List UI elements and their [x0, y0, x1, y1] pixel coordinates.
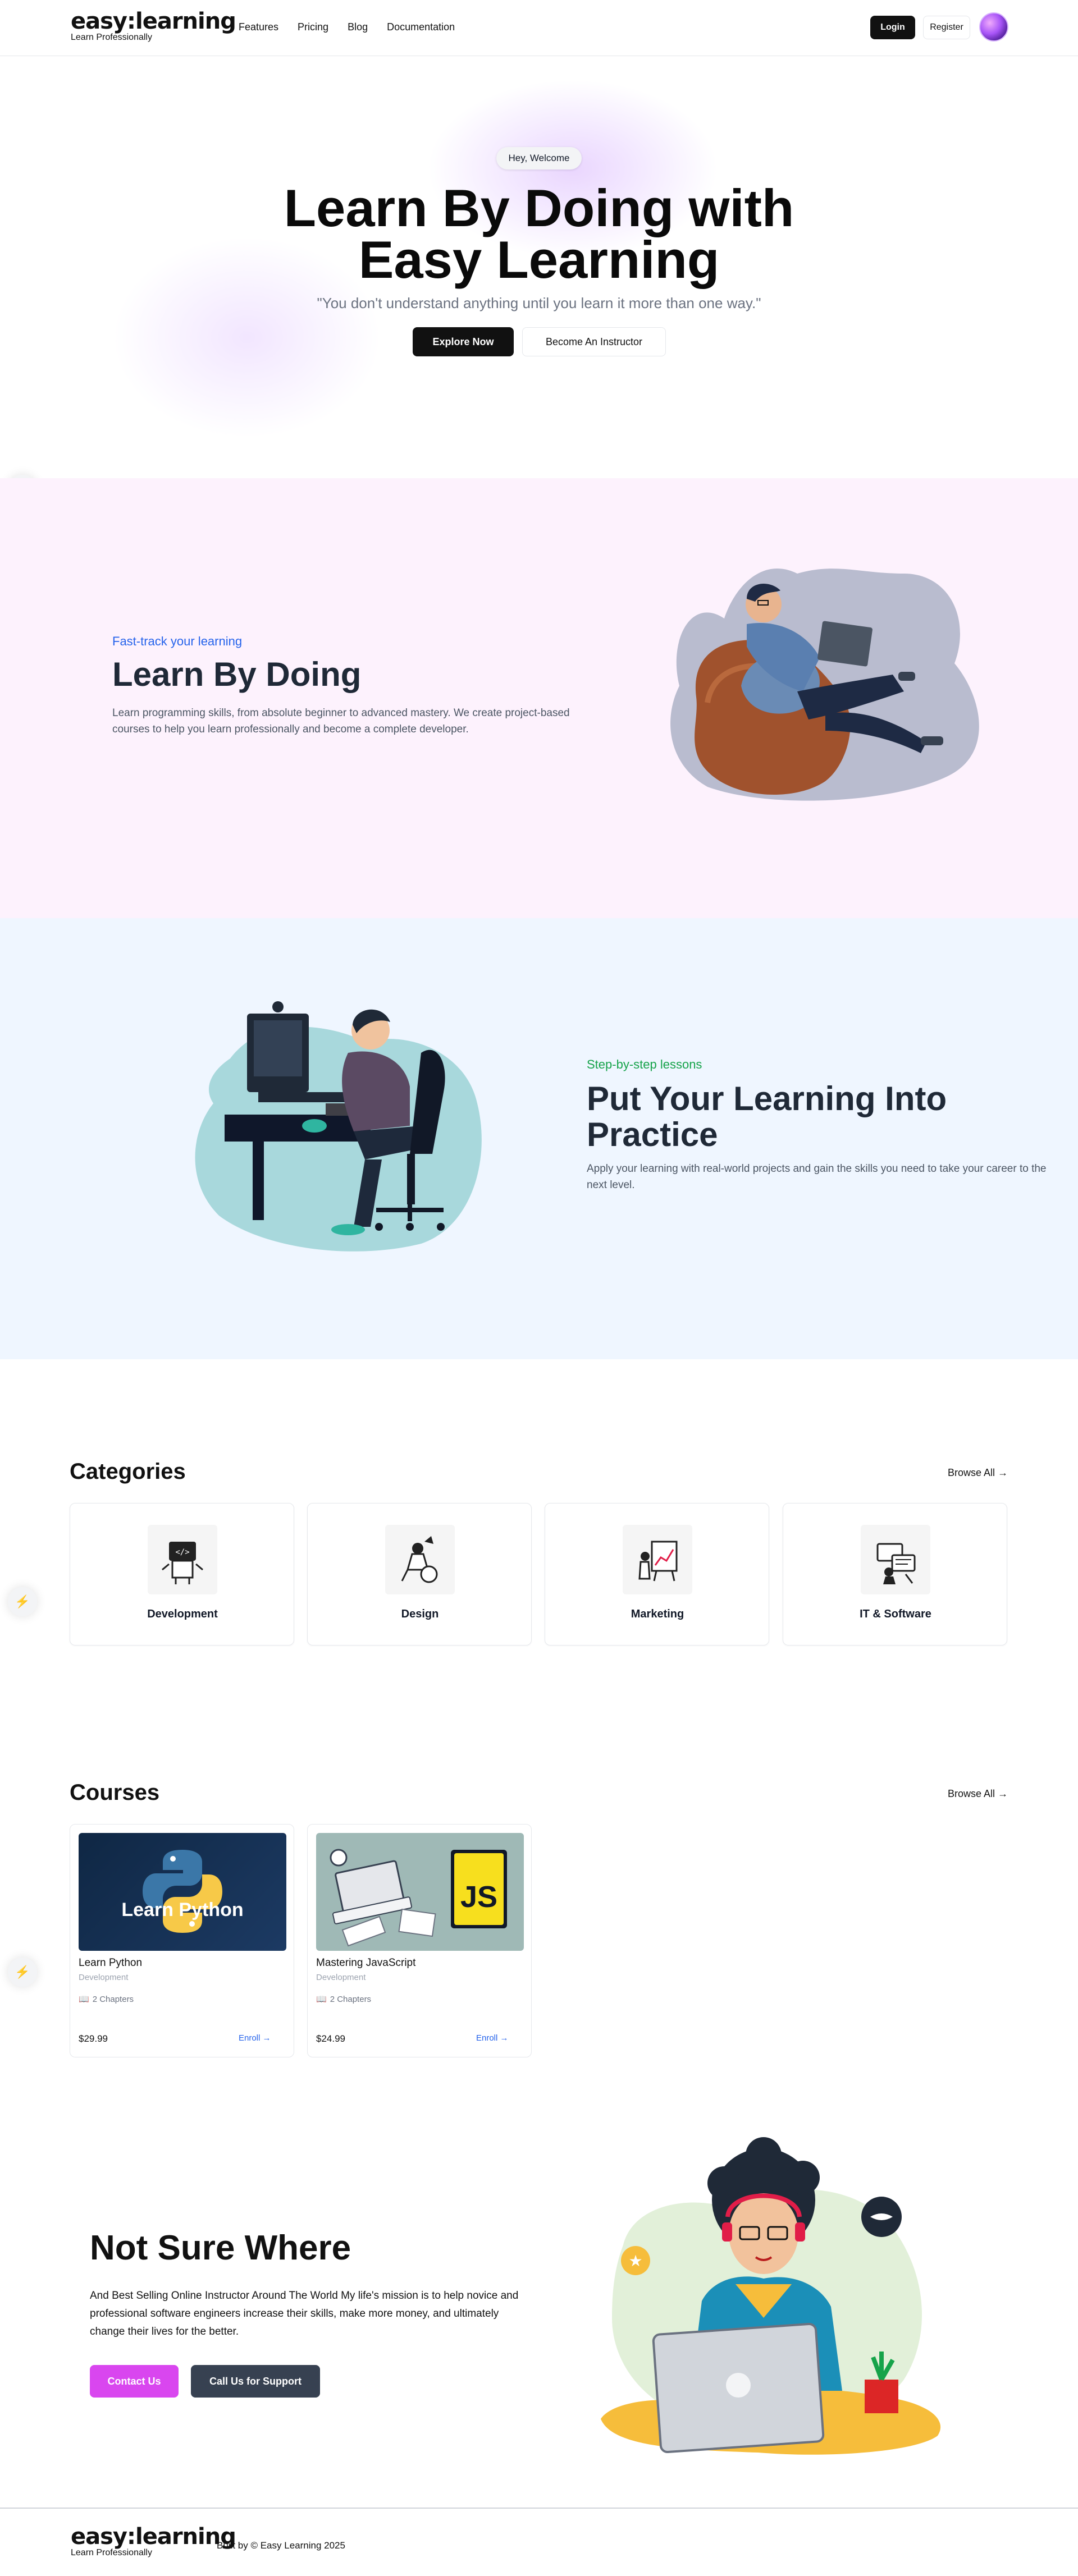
beanbag-illustration: [670, 569, 979, 801]
login-button[interactable]: Login: [870, 16, 915, 39]
arrow-right-icon: →: [262, 2033, 271, 2043]
enroll-label: Enroll: [239, 2033, 261, 2043]
section-kicker: Step-by-step lessons: [587, 1057, 702, 1071]
section-text: Learn programming skills, from absolute …: [112, 707, 570, 735]
hero-title-line: Easy Learning: [358, 230, 720, 289]
categories-title: Categories: [70, 1459, 186, 1484]
nav-pricing[interactable]: Pricing: [298, 21, 328, 33]
arrow-right-icon: →: [998, 1467, 1008, 1478]
course-title[interactable]: Learn Python: [79, 1957, 142, 1969]
course-price: $29.99: [79, 2033, 108, 2044]
avatar[interactable]: [979, 12, 1008, 42]
course-category: Development: [79, 1973, 129, 1982]
chapters-count: 2 Chapters: [330, 1994, 372, 2004]
course-card-javascript[interactable]: JS Mastering JavaScript Development 📖 2 …: [307, 1824, 532, 2057]
support-illustration: ★: [601, 2137, 941, 2455]
enroll-label: Enroll: [476, 2033, 498, 2043]
category-card-marketing[interactable]: Marketing: [545, 1503, 769, 1645]
logo-text: easy:learning: [71, 8, 236, 34]
course-thumbnail: Learn Python: [79, 1833, 286, 1951]
course-chapters: 📖 2 Chapters: [79, 1994, 134, 2005]
explore-now-button[interactable]: Explore Now: [413, 327, 514, 356]
courses-title: Courses: [70, 1780, 160, 1805]
nav-links: Features Pricing Blog Documentation: [239, 21, 455, 33]
section-kicker: Fast-track your learning: [112, 634, 243, 648]
chapters-count: 2 Chapters: [92, 1994, 134, 2004]
book-icon: 📖: [316, 1995, 327, 2004]
course-chapters: 📖 2 Chapters: [316, 1994, 372, 2005]
marketing-icon: [623, 1525, 692, 1594]
course-title[interactable]: Mastering JavaScript: [316, 1957, 415, 1969]
course-category: Development: [316, 1973, 366, 1982]
section-title: Learn By Doing: [112, 656, 362, 693]
become-instructor-button[interactable]: Become An Instructor: [522, 327, 666, 356]
learn-by-doing-section: Fast-track your learning Learn By Doing …: [0, 478, 1078, 918]
copyright-text: Built by © Easy Learning 2025: [217, 2540, 345, 2551]
arrow-right-icon: →: [500, 2033, 509, 2043]
svg-text:★: ★: [628, 2252, 642, 2270]
category-label: Design: [401, 1608, 439, 1620]
contact-us-button[interactable]: Contact Us: [90, 2365, 179, 2398]
welcome-badge: Hey, Welcome: [496, 147, 582, 169]
arrow-right-icon: →: [998, 1788, 1008, 1799]
category-card-development[interactable]: </> Development: [70, 1503, 294, 1645]
desk-illustration: [195, 1001, 482, 1252]
courses-browse-all[interactable]: Browse All →: [948, 1788, 1008, 1800]
not-sure-title: Not Sure Where: [90, 2229, 351, 2267]
python-logo-icon: [143, 1850, 222, 1933]
footer: easy:learning Learn Professionally Built…: [0, 2508, 1078, 2576]
footer-logo[interactable]: easy:learning Learn Professionally: [71, 2524, 236, 2558]
course-card-python[interactable]: Learn Python Learn Python Development 📖 …: [70, 1824, 294, 2057]
course-price: $24.99: [316, 2033, 345, 2044]
call-support-button[interactable]: Call Us for Support: [191, 2365, 320, 2398]
category-label: IT & Software: [860, 1608, 931, 1620]
it-software-icon: [861, 1525, 930, 1594]
category-card-it-software[interactable]: IT & Software: [783, 1503, 1007, 1645]
enroll-link[interactable]: Enroll →: [476, 2033, 509, 2043]
hero-quote: "You don't understand anything until you…: [317, 295, 761, 311]
hero-title: Learn By Doing with Easy Learning: [202, 182, 876, 286]
not-sure-text: And Best Selling Online Instructor Aroun…: [90, 2290, 519, 2337]
lightning-icon[interactable]: ⚡: [8, 1587, 37, 1616]
categories-browse-all[interactable]: Browse All →: [948, 1467, 1008, 1479]
development-icon: </>: [148, 1525, 217, 1594]
section-title: Put Your Learning Into Practice: [587, 1080, 947, 1153]
nav-documentation[interactable]: Documentation: [387, 21, 455, 33]
lightning-icon[interactable]: ⚡: [8, 1958, 37, 1987]
category-card-design[interactable]: Design: [307, 1503, 532, 1645]
logo-text: easy:learning: [71, 2524, 236, 2550]
nav-blog[interactable]: Blog: [348, 21, 368, 33]
javascript-thumbnail: JS: [330, 1849, 507, 1947]
svg-text:</>: </>: [175, 1548, 189, 1557]
browse-all-label: Browse All: [948, 1467, 995, 1478]
logo[interactable]: easy:learning Learn Professionally: [71, 9, 236, 43]
thumbnail-title: Learn Python: [121, 1899, 244, 1920]
nav-features[interactable]: Features: [239, 21, 278, 33]
section-text: Apply your learning with real-world proj…: [587, 1163, 1047, 1191]
practice-section: Step-by-step lessons Put Your Learning I…: [0, 918, 1078, 1359]
svg-text:JS: JS: [460, 1880, 497, 1914]
course-thumbnail: JS: [316, 1833, 524, 1951]
hero-section: Hey, Welcome Learn By Doing with Easy Le…: [0, 57, 1078, 478]
hero-title-line: Learn By Doing with: [284, 178, 794, 237]
top-navbar: easy:learning Learn Professionally Featu…: [0, 0, 1078, 56]
browse-all-label: Browse All: [948, 1788, 995, 1799]
design-icon: [385, 1525, 455, 1594]
category-label: Marketing: [631, 1608, 684, 1620]
book-icon: 📖: [79, 1995, 89, 2004]
enroll-link[interactable]: Enroll →: [239, 2033, 271, 2043]
register-button[interactable]: Register: [923, 16, 970, 39]
category-label: Development: [147, 1608, 218, 1620]
